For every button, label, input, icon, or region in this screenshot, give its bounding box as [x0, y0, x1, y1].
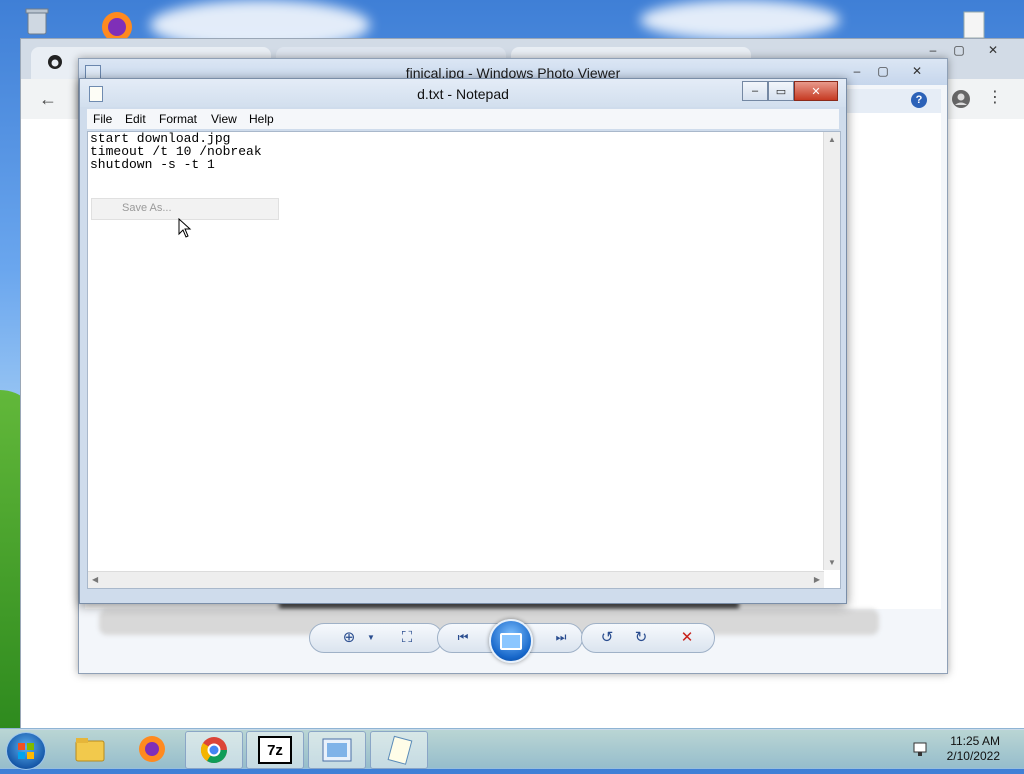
notepad-window: d.txt - Notepad – ▭ ✕ File Edit Format V…	[79, 78, 847, 604]
firefox-taskbar-icon[interactable]	[124, 731, 180, 767]
scroll-left-icon[interactable]: ◀	[92, 575, 98, 584]
kebab-menu-icon[interactable]: ⋮	[987, 87, 1003, 107]
notepad-window-controls: – ▭ ✕	[742, 81, 838, 101]
network-icon[interactable]	[912, 739, 932, 764]
back-arrow-icon[interactable]: ←	[39, 89, 57, 110]
delete-icon[interactable]: ✕	[675, 627, 699, 647]
profile-icon[interactable]	[951, 89, 971, 114]
start-button[interactable]	[6, 732, 46, 770]
save-as-menu-item[interactable]: Save As...	[91, 198, 279, 220]
rotate-left-icon[interactable]: ↺	[595, 627, 619, 647]
slideshow-button[interactable]	[489, 619, 533, 663]
chevron-down-icon[interactable]: ▼	[359, 627, 383, 647]
next-icon[interactable]: ⏭	[549, 627, 573, 647]
close-icon[interactable]: ✕	[905, 62, 929, 80]
notepad-menubar: File Edit Format View Help	[87, 109, 839, 129]
slideshow-icon	[500, 632, 522, 650]
clock-time: 11:25 AM	[950, 734, 1000, 748]
maximize-icon[interactable]: ▢	[947, 41, 971, 59]
help-icon[interactable]: ?	[911, 92, 927, 108]
text-line: shutdown -s -t 1	[90, 157, 215, 172]
clock-date: 2/10/2022	[946, 749, 1000, 763]
previous-icon[interactable]: ⏮	[451, 627, 475, 647]
fit-window-icon[interactable]: ⛶	[395, 627, 419, 647]
rotate-right-icon[interactable]: ↻	[629, 627, 653, 647]
maximize-button[interactable]: ▭	[768, 81, 794, 101]
close-icon[interactable]: ✕	[981, 41, 1005, 59]
photo-viewer-toolbar: ⊕ ▼ ⛶ ⏮ ⏭ ↺ ↻ ✕	[309, 619, 715, 663]
chrome-taskbar-icon[interactable]	[185, 731, 243, 769]
scroll-right-icon[interactable]: ▶	[814, 575, 820, 584]
system-clock[interactable]: 11:25 AM 2/10/2022	[947, 734, 1000, 764]
vertical-scrollbar[interactable]: ▲ ▼	[823, 132, 840, 570]
horizontal-scrollbar[interactable]: ◀ ▶	[88, 571, 824, 588]
sky-cloud	[640, 0, 840, 40]
notepad-taskbar-icon[interactable]	[370, 731, 428, 769]
7zip-icon: 7z	[258, 736, 292, 764]
recycle-bin-icon[interactable]	[20, 6, 54, 36]
minimize-icon[interactable]: –	[921, 41, 945, 59]
menu-help[interactable]: Help	[249, 112, 274, 126]
notepad-text-area[interactable]: start download.jpg timeout /t 10 /nobrea…	[87, 131, 841, 589]
desktop-file-icon[interactable]	[954, 10, 994, 40]
taskbar: 7z 11:25 AM 2/10/2022	[0, 728, 1024, 770]
menu-format[interactable]: Format	[159, 112, 197, 126]
notepad-title: d.txt - Notepad	[417, 86, 509, 102]
scroll-down-icon[interactable]: ▼	[828, 558, 836, 567]
github-icon	[47, 54, 63, 75]
scroll-up-icon[interactable]: ▲	[828, 135, 836, 144]
menu-view[interactable]: View	[211, 112, 237, 126]
file-explorer-taskbar-icon[interactable]	[62, 731, 118, 767]
menu-edit[interactable]: Edit	[125, 112, 146, 126]
minimize-icon[interactable]: –	[845, 62, 869, 80]
mouse-cursor-icon	[178, 217, 192, 238]
maximize-icon[interactable]: ▢	[871, 62, 895, 80]
close-button[interactable]: ✕	[794, 81, 838, 101]
minimize-button[interactable]: –	[742, 81, 768, 101]
menu-file[interactable]: File	[93, 112, 112, 126]
zoom-icon[interactable]: ⊕	[337, 627, 361, 647]
7zip-taskbar-icon[interactable]: 7z	[246, 731, 304, 769]
save-as-label: Save As...	[122, 202, 172, 214]
photo-viewer-taskbar-icon[interactable]	[308, 731, 366, 769]
notepad-titlebar[interactable]: d.txt - Notepad – ▭ ✕	[80, 79, 846, 107]
